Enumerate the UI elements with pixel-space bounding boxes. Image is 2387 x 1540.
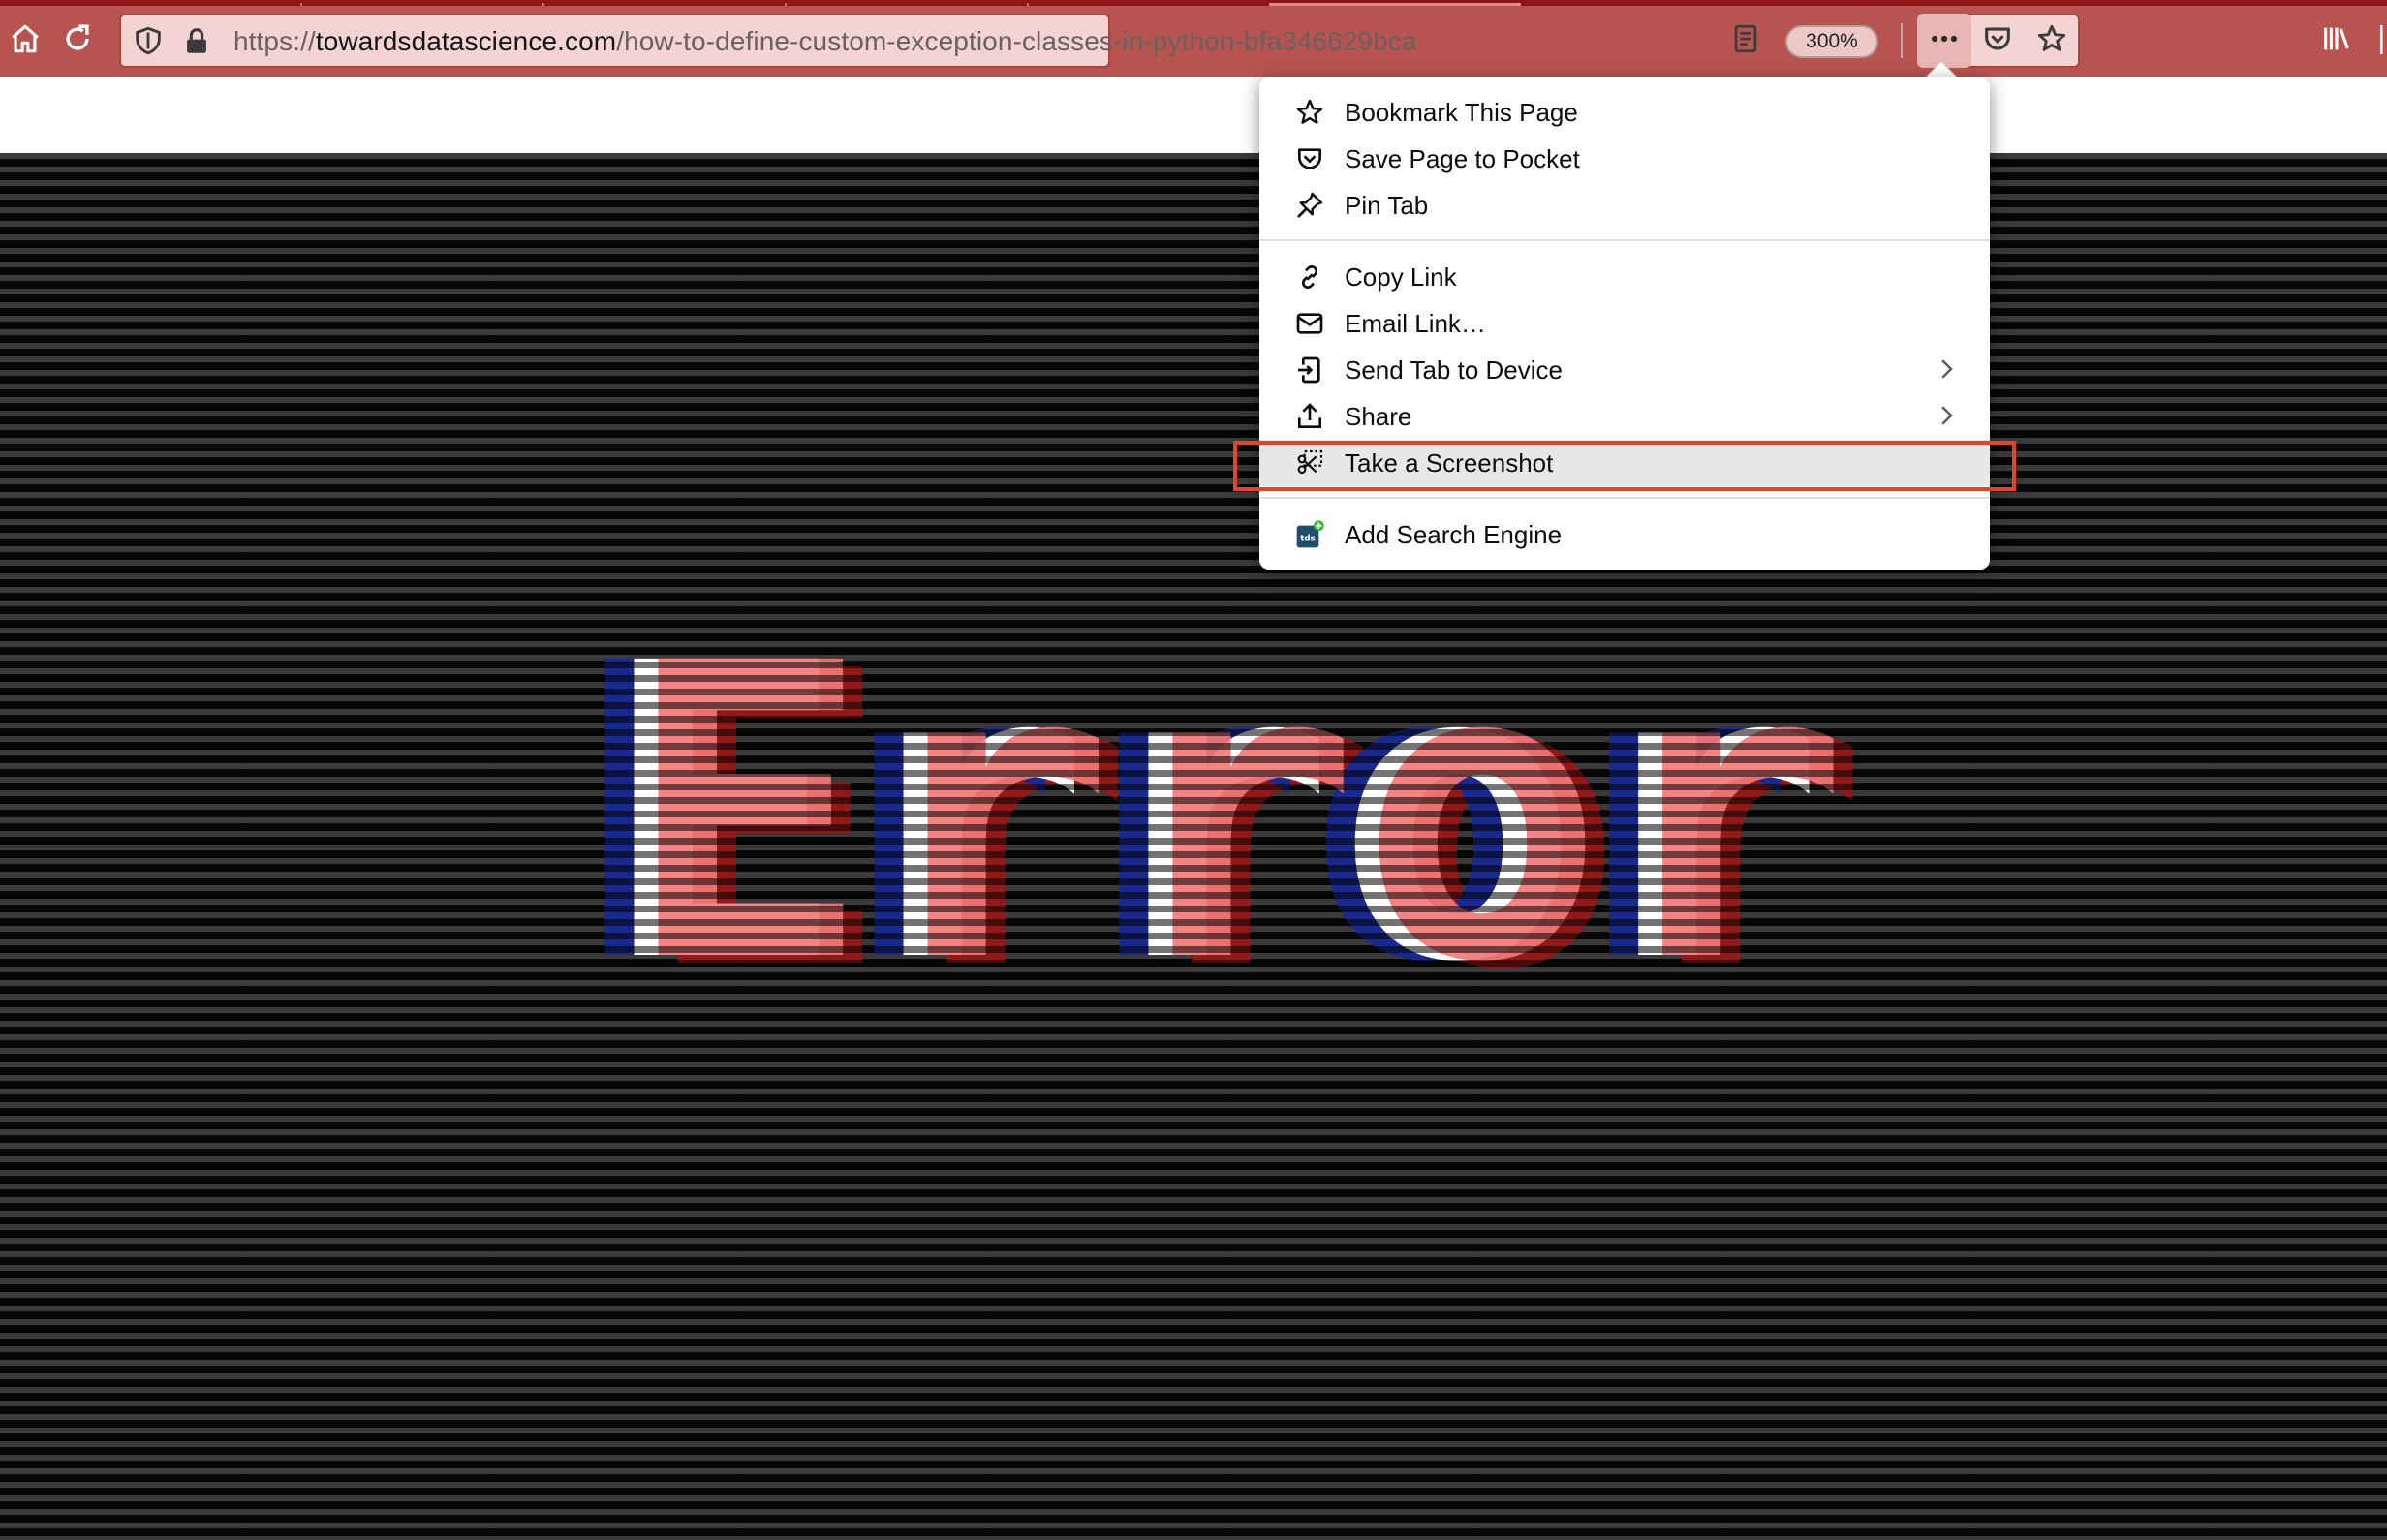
pocket-icon [1292,141,1327,176]
tab-strip-edge [0,3,2387,6]
share-icon [1292,399,1327,434]
menu-separator [1259,497,1990,499]
menu-item-save-to-pocket[interactable]: Save Page to Pocket [1259,136,1990,182]
chevron-right-icon [1932,401,1961,430]
mail-icon [1292,306,1327,341]
menu-item-label: Pin Tab [1345,190,1429,220]
library-icon[interactable] [2311,14,2362,64]
search-engine-icon: tds [1292,517,1327,552]
menu-item-label: Bookmark This Page [1345,97,1578,127]
toolbar-overflow[interactable] [2379,21,2387,60]
menu-separator [1259,239,1990,241]
error-text-pink-layer: Error [625,578,1849,972]
pin-icon [1292,188,1327,223]
reload-icon[interactable] [52,14,103,64]
pocket-icon[interactable] [1972,14,2023,64]
menu-item-email-link[interactable]: Email Link… [1259,300,1990,347]
page-header-area [0,77,2387,153]
menu-item-label: Send Tab to Device [1345,354,1563,385]
error-banner-art: Error Error Error Error [407,575,2034,1060]
star-icon [1292,95,1327,130]
search-engine-badge-text: tds [1300,535,1316,544]
chevron-right-icon [1932,354,1961,384]
menu-item-send-tab[interactable]: Send Tab to Device [1259,347,1990,393]
send-tab-icon [1292,353,1327,387]
ellipsis-icon[interactable] [1919,14,1969,64]
menu-item-pin-tab[interactable]: Pin Tab [1259,182,1990,229]
toolbar-divider [1901,23,1903,58]
menu-item-label: Email Link… [1345,308,1486,338]
menu-arrow [1926,62,1957,77]
star-icon[interactable] [2027,14,2077,64]
shield-icon[interactable] [121,15,175,66]
url-text[interactable]: https://towardsdatascience.com/how-to-de… [233,26,1417,57]
menu-item-label: Add Search Engine [1345,519,1563,549]
url-path: /how-to-define-custom-exception-classes-… [616,26,1417,56]
lock-icon[interactable] [170,15,224,66]
link-icon [1292,260,1327,294]
url-scheme: https:// [233,26,316,56]
menu-item-label: Save Page to Pocket [1345,143,1580,173]
menu-item-add-search-engine[interactable]: tds Add Search Engine [1259,511,1990,558]
page-actions-menu: Bookmark This Page Save Page to Pocket P… [1259,77,1990,570]
url-bar[interactable]: https://towardsdatascience.com/how-to-de… [119,14,1417,68]
menu-item-label: Share [1345,401,1412,431]
menu-item-copy-link[interactable]: Copy Link [1259,254,1990,300]
zoom-badge[interactable]: 300% [1785,25,1878,58]
menu-item-share[interactable]: Share [1259,393,1990,440]
error-banner-svg: Error Error Error Error [572,578,1869,1060]
home-icon[interactable] [0,14,50,64]
menu-item-bookmark-page[interactable]: Bookmark This Page [1259,89,1990,136]
reader-view-icon[interactable] [1720,14,1771,64]
menu-item-label: Copy Link [1345,262,1457,292]
annotation-highlight-box [1233,441,2016,491]
url-host: towardsdatascience.com [315,26,617,56]
